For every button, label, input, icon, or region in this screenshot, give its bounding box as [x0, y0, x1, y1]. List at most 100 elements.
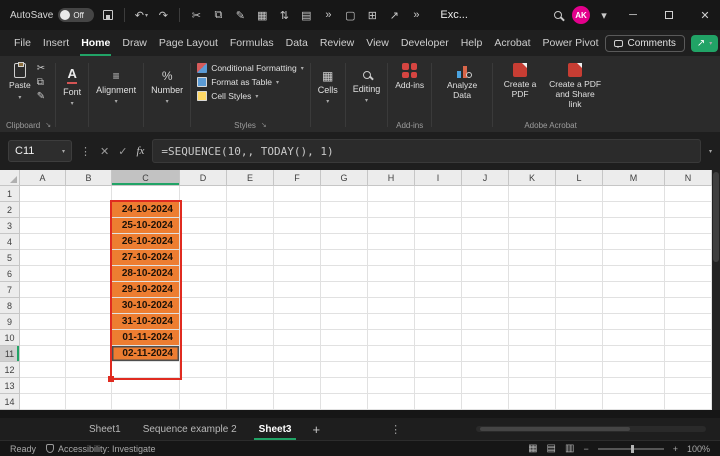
cell-A9[interactable]: [20, 314, 66, 330]
column-header-M[interactable]: M: [603, 170, 665, 186]
column-header-E[interactable]: E: [227, 170, 274, 186]
cell-G1[interactable]: [321, 186, 368, 202]
copy-icon[interactable]: ⧉: [210, 9, 226, 22]
cell-F12[interactable]: [274, 362, 321, 378]
page-layout-view-icon[interactable]: ▤: [547, 443, 556, 454]
cell-C2[interactable]: 24-10-2024: [112, 202, 180, 218]
cell-L8[interactable]: [556, 298, 603, 314]
row-header-6[interactable]: 6: [0, 266, 20, 282]
cell-D9[interactable]: [180, 314, 227, 330]
cell-H8[interactable]: [368, 298, 415, 314]
table-icon[interactable]: ▦: [254, 9, 270, 22]
ribbon-tab-help[interactable]: Help: [455, 30, 489, 56]
cell-L14[interactable]: [556, 394, 603, 410]
cell-I3[interactable]: [415, 218, 462, 234]
cell-E9[interactable]: [227, 314, 274, 330]
cell-K4[interactable]: [509, 234, 556, 250]
cell-G4[interactable]: [321, 234, 368, 250]
cell-H3[interactable]: [368, 218, 415, 234]
column-header-A[interactable]: A: [20, 170, 66, 186]
zoom-out-button[interactable]: −: [583, 444, 588, 454]
cell-F13[interactable]: [274, 378, 321, 394]
cell-B4[interactable]: [66, 234, 112, 250]
row-header-5[interactable]: 5: [0, 250, 20, 266]
share-arrow-icon[interactable]: ↗: [386, 9, 402, 22]
cell-L6[interactable]: [556, 266, 603, 282]
cell-N10[interactable]: [665, 330, 712, 346]
cell-I6[interactable]: [415, 266, 462, 282]
row-header-1[interactable]: 1: [0, 186, 20, 202]
cell-H7[interactable]: [368, 282, 415, 298]
cell-J3[interactable]: [462, 218, 509, 234]
cell-C9[interactable]: 31-10-2024: [112, 314, 180, 330]
ribbon-tab-draw[interactable]: Draw: [116, 30, 153, 56]
save-icon[interactable]: [100, 10, 116, 20]
cells-group-button[interactable]: ▦ Cells ▾: [311, 58, 345, 116]
accessibility-status[interactable]: Accessibility: Investigate: [46, 444, 156, 454]
cell-N9[interactable]: [665, 314, 712, 330]
cell-K12[interactable]: [509, 362, 556, 378]
zoom-level[interactable]: 100%: [687, 444, 710, 454]
cell-I10[interactable]: [415, 330, 462, 346]
row-header-14[interactable]: 14: [0, 394, 20, 410]
cell-F3[interactable]: [274, 218, 321, 234]
maximize-button[interactable]: [654, 0, 684, 30]
cell-C6[interactable]: 28-10-2024: [112, 266, 180, 282]
name-box[interactable]: C11 ▾: [8, 140, 72, 162]
cell-C4[interactable]: 26-10-2024: [112, 234, 180, 250]
new-file-icon[interactable]: ▢: [342, 9, 358, 22]
cell-J7[interactable]: [462, 282, 509, 298]
cell-N5[interactable]: [665, 250, 712, 266]
cell-I9[interactable]: [415, 314, 462, 330]
cell-I8[interactable]: [415, 298, 462, 314]
cut-icon[interactable]: ✂: [188, 9, 204, 22]
cell-I4[interactable]: [415, 234, 462, 250]
row-header-12[interactable]: 12: [0, 362, 20, 378]
cell-N3[interactable]: [665, 218, 712, 234]
cell-E14[interactable]: [227, 394, 274, 410]
cell-G7[interactable]: [321, 282, 368, 298]
cell-F11[interactable]: [274, 346, 321, 362]
cell-C7[interactable]: 29-10-2024: [112, 282, 180, 298]
sheet-tab-sheet1[interactable]: Sheet1: [78, 418, 132, 440]
cell-A6[interactable]: [20, 266, 66, 282]
cell-E6[interactable]: [227, 266, 274, 282]
cell-E12[interactable]: [227, 362, 274, 378]
cell-K3[interactable]: [509, 218, 556, 234]
cell-M12[interactable]: [603, 362, 665, 378]
autosave-switch[interactable]: Off: [58, 8, 94, 22]
ribbon-tab-file[interactable]: File: [8, 30, 37, 56]
close-button[interactable]: ✕: [690, 0, 720, 30]
cell-M11[interactable]: [603, 346, 665, 362]
ribbon-tab-page-layout[interactable]: Page Layout: [153, 30, 224, 56]
column-header-I[interactable]: I: [415, 170, 462, 186]
cell-K11[interactable]: [509, 346, 556, 362]
row-header-11[interactable]: 11: [0, 346, 20, 362]
overflow-chevron-icon[interactable]: »: [408, 9, 424, 21]
cell-B12[interactable]: [66, 362, 112, 378]
cell-L10[interactable]: [556, 330, 603, 346]
format-painter-icon[interactable]: ✎: [232, 9, 248, 22]
cell-E2[interactable]: [227, 202, 274, 218]
cell-K9[interactable]: [509, 314, 556, 330]
formula-bar-expand-icon[interactable]: ▾: [709, 148, 712, 155]
cell-N13[interactable]: [665, 378, 712, 394]
ribbon-tab-insert[interactable]: Insert: [37, 30, 75, 56]
cell-L13[interactable]: [556, 378, 603, 394]
column-header-H[interactable]: H: [368, 170, 415, 186]
cell-M8[interactable]: [603, 298, 665, 314]
cell-I5[interactable]: [415, 250, 462, 266]
cell-M6[interactable]: [603, 266, 665, 282]
cell-H11[interactable]: [368, 346, 415, 362]
cell-D13[interactable]: [180, 378, 227, 394]
comments-button[interactable]: Comments: [605, 35, 685, 52]
cancel-icon[interactable]: ✕: [100, 145, 109, 158]
cell-B8[interactable]: [66, 298, 112, 314]
cell-M14[interactable]: [603, 394, 665, 410]
cell-B10[interactable]: [66, 330, 112, 346]
page-break-view-icon[interactable]: ▥: [565, 443, 574, 454]
row-header-3[interactable]: 3: [0, 218, 20, 234]
cell-A8[interactable]: [20, 298, 66, 314]
cell-I1[interactable]: [415, 186, 462, 202]
cell-G14[interactable]: [321, 394, 368, 410]
